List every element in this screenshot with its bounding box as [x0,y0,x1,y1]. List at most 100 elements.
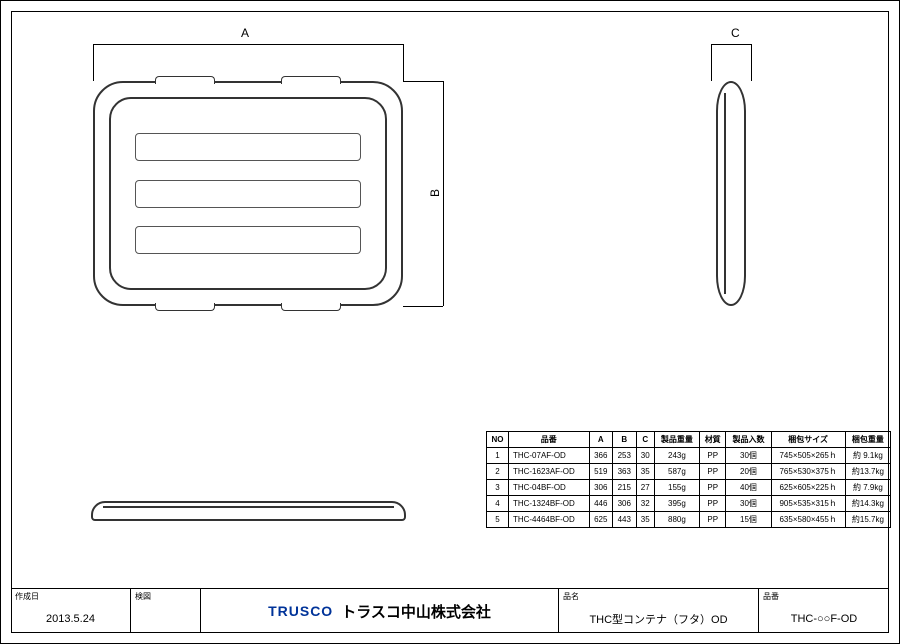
table-row: 1THC-07AF-OD36625330243gPP30個745×505×265… [487,448,891,464]
cell-material: PP [699,512,726,528]
cell-partnum: THC-1324BF-OD [508,496,589,512]
th-a: A [589,432,613,448]
dim-ext [93,44,94,81]
th-no: NO [487,432,509,448]
cell-no: 4 [487,496,509,512]
cell-qty: 40個 [726,480,771,496]
dim-ext [403,44,404,81]
cell-material: PP [699,480,726,496]
th-partnum: 品番 [508,432,589,448]
cell-c: 32 [636,496,654,512]
cell-partnum: THC-07AF-OD [508,448,589,464]
cell-packsize: 745×505×265ｈ [771,448,845,464]
cell-c: 35 [636,464,654,480]
table-row: 5THC-4464BF-OD62544335880gPP15個635×580×4… [487,512,891,528]
cell-no: 5 [487,512,509,528]
cell-c: 30 [636,448,654,464]
drawing-area: A B C [11,11,889,588]
dim-line-b [443,81,444,306]
dim-line-a [93,44,403,45]
cell-b: 306 [613,496,637,512]
lid-tab [155,76,215,84]
pname-value: THC型コンテナ（フタ）OD [559,604,758,633]
cell-weight: 395g [654,496,699,512]
cell-material: PP [699,496,726,512]
cell-packsize: 635×580×455ｈ [771,512,845,528]
cell-no: 1 [487,448,509,464]
cell-packweight: 約 9.1kg [845,448,890,464]
tb-company: TRUSCO トラスコ中山株式会社 [201,589,559,633]
dim-label-b: B [428,189,442,197]
cell-a: 519 [589,464,613,480]
cell-packweight: 約 7.9kg [845,480,890,496]
cell-partnum: THC-4464BF-OD [508,512,589,528]
table-row: 4THC-1324BF-OD44630632395gPP30個905×535×3… [487,496,891,512]
lid-slots [135,133,361,254]
cell-qty: 30個 [726,448,771,464]
check-label: 検図 [131,589,200,604]
dim-label-c: C [731,26,740,40]
brand-logo: TRUSCO [268,603,333,619]
cell-b: 253 [613,448,637,464]
cell-a: 306 [589,480,613,496]
cell-packweight: 約13.7kg [845,464,890,480]
bottom-shape [91,501,406,521]
th-b: B [613,432,637,448]
th-qty: 製品入数 [726,432,771,448]
th-material: 材質 [699,432,726,448]
date-label: 作成日 [11,589,130,604]
side-shape [716,81,746,306]
cell-partnum: THC-04BF-OD [508,480,589,496]
table-row: 2THC-1623AF-OD51936335587gPP20個765×530×3… [487,464,891,480]
cell-b: 443 [613,512,637,528]
cell-c: 27 [636,480,654,496]
cell-qty: 15個 [726,512,771,528]
date-value: 2013.5.24 [11,604,130,633]
dim-label-a: A [241,26,249,40]
dim-line-c [711,44,751,45]
dim-ext [711,44,712,81]
cell-b: 363 [613,464,637,480]
tb-product-number: 品番 THC-○○F-OD [759,589,889,633]
cell-qty: 20個 [726,464,771,480]
lid-tab [155,303,215,311]
cell-material: PP [699,464,726,480]
tb-date: 作成日 2013.5.24 [11,589,131,633]
drawing-sheet: A B C [0,0,900,644]
pnum-value: THC-○○F-OD [759,604,889,633]
dim-ext [403,81,443,82]
th-packweight: 梱包重量 [845,432,890,448]
cell-b: 215 [613,480,637,496]
th-packsize: 梱包サイズ [771,432,845,448]
cell-packweight: 約14.3kg [845,496,890,512]
spec-table: NO 品番 A B C 製品重量 材質 製品入数 梱包サイズ 梱包重量 1THC… [486,431,891,528]
dim-ext [751,44,752,81]
bottom-view [91,491,406,526]
cell-qty: 30個 [726,496,771,512]
tb-product-name: 品名 THC型コンテナ（フタ）OD [559,589,759,633]
cell-c: 35 [636,512,654,528]
table-row: 3THC-04BF-OD30621527155gPP40個625×605×225… [487,480,891,496]
cell-partnum: THC-1623AF-OD [508,464,589,480]
cell-packsize: 765×530×375ｈ [771,464,845,480]
cell-packsize: 625×605×225ｈ [771,480,845,496]
company-name: トラスコ中山株式会社 [341,601,491,622]
dim-ext [403,306,443,307]
cell-no: 3 [487,480,509,496]
cell-packsize: 905×535×315ｈ [771,496,845,512]
cell-material: PP [699,448,726,464]
table-header-row: NO 品番 A B C 製品重量 材質 製品入数 梱包サイズ 梱包重量 [487,432,891,448]
cell-a: 366 [589,448,613,464]
th-c: C [636,432,654,448]
cell-weight: 587g [654,464,699,480]
pname-label: 品名 [559,589,758,604]
cell-weight: 243g [654,448,699,464]
pnum-label: 品番 [759,589,889,604]
cell-packweight: 約15.7kg [845,512,890,528]
lid-tab [281,303,341,311]
lid-tab [281,76,341,84]
cell-no: 2 [487,464,509,480]
cell-weight: 155g [654,480,699,496]
title-block: 作成日 2013.5.24 検図 TRUSCO トラスコ中山株式会社 品名 TH… [11,588,889,633]
lid-slot [135,180,361,208]
